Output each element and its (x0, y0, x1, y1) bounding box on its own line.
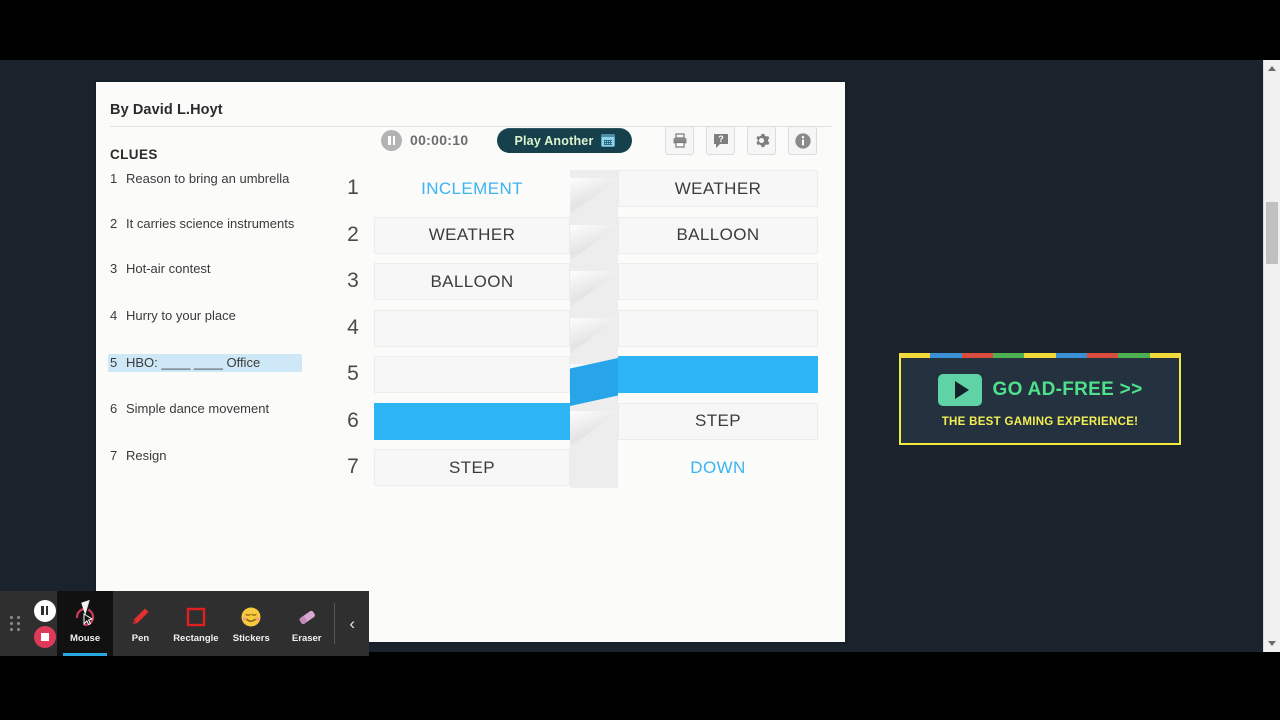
print-button[interactable] (665, 126, 694, 155)
ad-stripe-segment (961, 353, 993, 358)
row-number-5: 5 (347, 362, 359, 385)
clue-number: 6 (110, 401, 118, 416)
ad-subline: THE BEST GAMING EXPERIENCE! (941, 416, 1139, 428)
pen-icon (128, 604, 152, 630)
scroll-down-arrow-icon[interactable] (1264, 635, 1280, 652)
tool-label: Eraser (291, 632, 322, 644)
screenshot-stage: By David L.Hoyt CLUES 1 Reason to bring a… (0, 0, 1280, 720)
gear-icon (756, 133, 770, 148)
ad-headline: GO AD-FREE >> (992, 379, 1143, 400)
pause-icon[interactable] (381, 130, 402, 151)
row-number-7: 7 (347, 455, 359, 478)
row-number-1: 1 (347, 176, 359, 199)
row-number-6: 6 (347, 408, 359, 432)
pause-icon[interactable] (33, 599, 56, 622)
puzzle-board: 1 INCLEMENT WEATHER 2 WEATHER BALLOON 3 BALLOON… (342, 170, 827, 500)
clue-text: Hot-air contest (126, 261, 211, 276)
clue-item-4[interactable]: 4 Hurry to your place (108, 307, 304, 325)
clue-number: 2 (110, 216, 118, 231)
row-number-4: 4 (347, 315, 359, 339)
svg-text:?: ? (718, 134, 724, 144)
byline: By David L.Hoyt (110, 102, 223, 118)
timer: 00:00:10 (410, 132, 469, 148)
play-icon (937, 374, 982, 406)
puzzle-page-panel: By David L.Hoyt CLUES 1 Reason to bring a… (96, 82, 845, 642)
settings-button[interactable] (747, 126, 776, 155)
clue-number: 1 (110, 171, 118, 186)
clue-item-2[interactable]: 2 It carries science instruments (108, 215, 304, 233)
clue-item-1[interactable]: 1 Reason to bring an umbrella (108, 170, 304, 188)
left-cell-row-4[interactable] (374, 309, 570, 347)
row-number-3: 3 (347, 269, 359, 292)
stop-icon[interactable] (33, 625, 56, 648)
help-button[interactable]: ? (706, 126, 735, 155)
play-another-label: Play Another (514, 133, 594, 148)
clue-number: 7 (110, 448, 118, 463)
tool-eraser[interactable]: Eraser (279, 591, 334, 656)
left-cell-row-5[interactable] (374, 356, 570, 393)
ad-stripe-segment (992, 353, 1025, 358)
ad-headline-row: GO AD-FREE >> (937, 374, 1143, 406)
rectangle-icon (185, 604, 207, 630)
ad-stripe-segment (1024, 353, 1056, 358)
recorder-controls (32, 591, 58, 656)
clue-item-6[interactable]: 6 Simple dance movement (108, 400, 304, 418)
clue-text: Hurry to your place (126, 308, 236, 323)
right-cell-row-7[interactable]: DOWN (618, 449, 818, 486)
clue-text: Simple dance movement (126, 401, 270, 416)
clue-item-5[interactable]: 5 HBO: ____ ____ Office (108, 354, 302, 372)
clue-text: It carries science instruments (126, 216, 295, 231)
page-scrollbar[interactable] (1263, 60, 1280, 652)
ad-stripe-segment (1055, 353, 1087, 358)
clue-number: 3 (110, 261, 118, 276)
right-cell-row-5[interactable] (618, 356, 818, 393)
clues-heading: CLUES (110, 147, 158, 162)
left-cell-row-6[interactable] (374, 402, 570, 440)
question-bubble-icon: ? (713, 133, 728, 148)
ad-stripe-segment (1149, 353, 1181, 358)
eraser-icon (295, 604, 319, 630)
go-ad-free-banner[interactable]: GO AD-FREE >> THE BEST GAMING EXPERIENCE… (899, 353, 1181, 445)
info-icon (794, 132, 811, 149)
clue-item-3[interactable]: 3 Hot-air contest (108, 260, 304, 278)
tool-rectangle[interactable]: Rectangle (168, 591, 223, 656)
clue-text: Resign (126, 448, 167, 463)
ad-stripe-segment (930, 353, 962, 358)
tool-label: Stickers (232, 632, 270, 644)
collapse-toolbar-button[interactable]: ‹ (335, 591, 369, 656)
left-cell-row-3[interactable]: BALLOON (374, 263, 570, 300)
right-cell-row-3[interactable] (618, 263, 818, 300)
right-cell-row-4[interactable] (618, 309, 818, 347)
right-cell-row-1[interactable]: WEATHER (618, 170, 818, 207)
left-cell-row-1[interactable]: INCLEMENT (374, 170, 570, 207)
play-another-button[interactable]: Play Another (497, 128, 632, 153)
ad-stripe-segment (1086, 353, 1119, 358)
printer-icon (673, 133, 686, 148)
clue-number: 4 (110, 308, 118, 323)
tool-stickers[interactable]: Stickers (224, 591, 279, 656)
left-cell-row-7[interactable]: STEP (374, 449, 570, 486)
clue-number: 5 (110, 355, 118, 370)
calendar-icon (600, 134, 615, 147)
row-number-2: 2 (347, 222, 359, 246)
smiley-sticker-icon (240, 604, 262, 630)
clue-text: Reason to bring an umbrella (126, 171, 290, 186)
drag-grip-icon[interactable] (0, 591, 32, 656)
ad-top-stripe (899, 353, 1181, 358)
tool-pen[interactable]: Pen (113, 591, 168, 656)
info-button[interactable] (788, 126, 817, 155)
right-cell-row-2[interactable]: BALLOON (618, 216, 818, 254)
left-cell-row-2[interactable]: WEATHER (374, 216, 570, 254)
tool-label: Rectangle (173, 632, 219, 644)
right-cell-row-6[interactable]: STEP (618, 402, 818, 440)
recorder-toolbar: Mouse Pen Rectangle Stickers Eraser ‹ (0, 591, 369, 656)
tool-label: Mouse (70, 632, 101, 644)
scroll-up-arrow-icon[interactable] (1264, 60, 1280, 77)
ad-stripe-segment (1118, 353, 1150, 358)
ad-stripe-segment (899, 353, 931, 358)
scrollbar-thumb[interactable] (1266, 202, 1278, 264)
tool-label: Pen (131, 632, 150, 644)
clue-item-7[interactable]: 7 Resign (108, 447, 304, 465)
clue-text: HBO: ____ ____ Office (126, 355, 261, 370)
